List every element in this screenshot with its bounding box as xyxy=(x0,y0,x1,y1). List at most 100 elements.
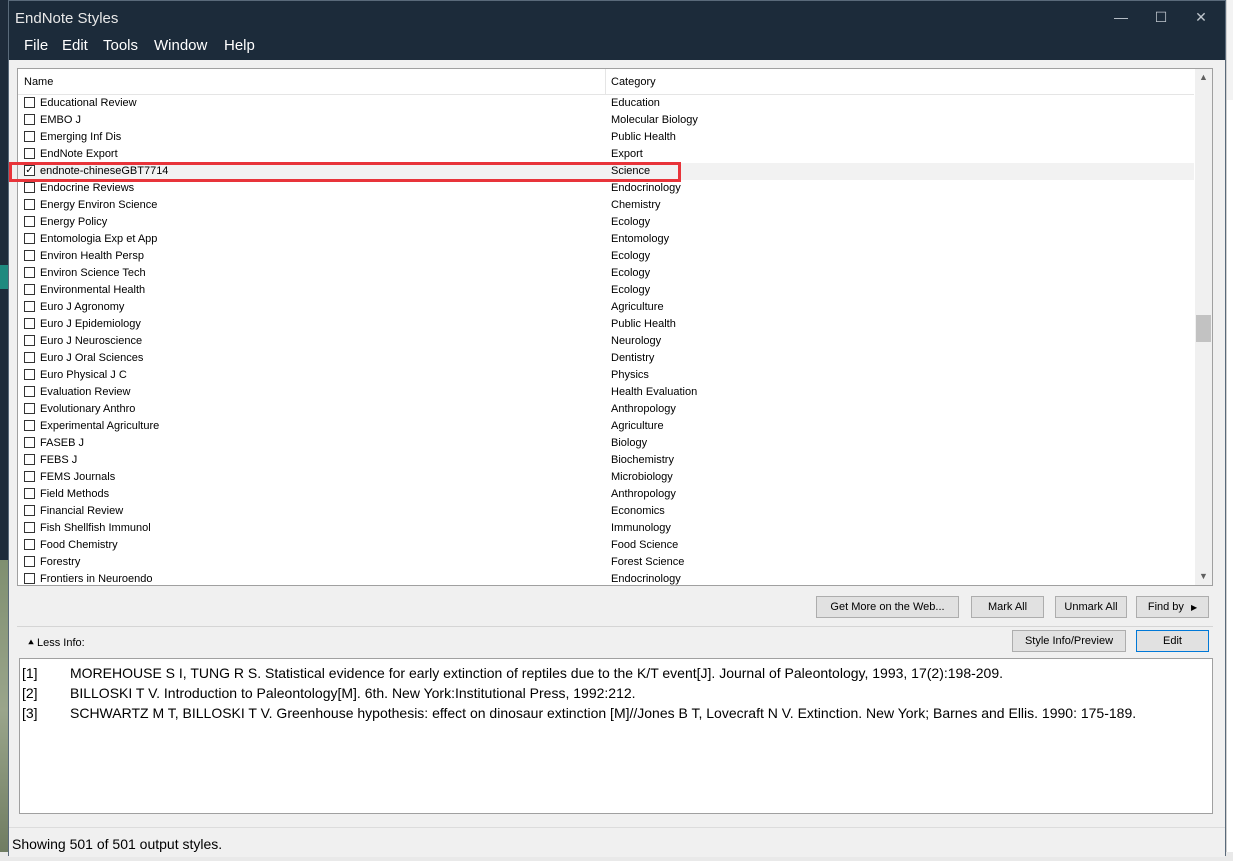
column-category-header[interactable]: Category xyxy=(611,76,656,88)
checkbox[interactable] xyxy=(24,97,35,108)
checkbox[interactable] xyxy=(24,539,35,550)
checkbox[interactable] xyxy=(24,318,35,329)
checkbox[interactable] xyxy=(24,233,35,244)
checkbox[interactable] xyxy=(24,148,35,159)
checkbox[interactable] xyxy=(24,301,35,312)
style-category: Microbiology xyxy=(611,471,673,483)
list-scrollbar[interactable]: ▲ ▼ xyxy=(1195,69,1212,585)
checkbox[interactable] xyxy=(24,454,35,465)
style-row[interactable]: Endocrine Reviews Endocrinology xyxy=(18,180,1194,197)
style-row[interactable]: Energy Environ Science Chemistry xyxy=(18,197,1194,214)
style-row[interactable]: FASEB J Biology xyxy=(18,435,1194,452)
style-row[interactable]: Environ Health Persp Ecology xyxy=(18,248,1194,265)
menu-file[interactable]: File xyxy=(24,37,48,54)
checkbox[interactable] xyxy=(24,199,35,210)
checkbox[interactable] xyxy=(24,437,35,448)
style-info-preview-button[interactable]: Style Info/Preview xyxy=(1012,630,1126,652)
style-category: Ecology xyxy=(611,216,651,228)
find-by-button[interactable]: Find by ▶ xyxy=(1136,596,1209,618)
menu-edit[interactable]: Edit xyxy=(62,37,88,54)
checkbox[interactable] xyxy=(24,131,35,142)
style-name: Field Methods xyxy=(40,488,110,500)
checkbox[interactable] xyxy=(24,352,35,363)
style-row[interactable]: Euro Physical J C Physics xyxy=(18,367,1194,384)
style-row[interactable]: Frontiers in Neuroendo Endocrinology xyxy=(18,571,1194,585)
style-row[interactable]: FEMS Journals Microbiology xyxy=(18,469,1194,486)
maximize-icon[interactable]: ☐ xyxy=(1141,5,1181,29)
style-row[interactable]: Financial Review Economics xyxy=(18,503,1194,520)
checkbox[interactable] xyxy=(24,471,35,482)
get-more-on-web-button[interactable]: Get More on the Web... xyxy=(816,596,959,618)
checkbox[interactable] xyxy=(24,250,35,261)
style-preview: [1] MOREHOUSE S I, TUNG R S. Statistical… xyxy=(19,658,1213,814)
style-row[interactable]: Fish Shellfish Immunol Immunology xyxy=(18,520,1194,537)
checkbox[interactable] xyxy=(24,182,35,193)
style-row[interactable]: FEBS J Biochemistry xyxy=(18,452,1194,469)
style-row[interactable]: Environmental Health Ecology xyxy=(18,282,1194,299)
style-row[interactable]: Experimental Agriculture Agriculture xyxy=(18,418,1194,435)
style-name: Evolutionary Anthro xyxy=(40,403,136,415)
style-name: FEBS J xyxy=(40,454,78,466)
style-row[interactable]: Forestry Forest Science xyxy=(18,554,1194,571)
checkbox[interactable] xyxy=(24,216,35,227)
menu-help[interactable]: Help xyxy=(224,37,255,54)
style-name: Fish Shellfish Immunol xyxy=(40,522,151,534)
endnote-styles-window: EndNote Styles — ☐ ✕ File Edit Tools Win… xyxy=(8,0,1226,857)
checkbox[interactable] xyxy=(24,488,35,499)
unmark-all-button[interactable]: Unmark All xyxy=(1055,596,1127,618)
style-row[interactable]: Emerging Inf Dis Public Health xyxy=(18,129,1194,146)
style-name: Euro J Neuroscience xyxy=(40,335,143,347)
style-row[interactable]: Environ Science Tech Ecology xyxy=(18,265,1194,282)
checkbox[interactable] xyxy=(24,403,35,414)
checkbox[interactable] xyxy=(24,420,35,431)
checkbox[interactable] xyxy=(24,114,35,125)
title-bar: EndNote Styles — ☐ ✕ xyxy=(9,1,1225,35)
menu-tools[interactable]: Tools xyxy=(103,37,138,54)
style-row[interactable]: EMBO J Molecular Biology xyxy=(18,112,1194,129)
scroll-up-icon[interactable]: ▲ xyxy=(1195,69,1212,86)
checkbox[interactable] xyxy=(24,369,35,380)
style-row[interactable]: Euro J Oral Sciences Dentistry xyxy=(18,350,1194,367)
checkbox[interactable] xyxy=(24,573,35,584)
checkbox[interactable] xyxy=(24,335,35,346)
style-name: Euro J Agronomy xyxy=(40,301,125,313)
style-row[interactable]: Evaluation Review Health Evaluation xyxy=(18,384,1194,401)
checkbox[interactable] xyxy=(24,505,35,516)
style-row[interactable]: Energy Policy Ecology xyxy=(18,214,1194,231)
style-row[interactable]: Food Chemistry Food Science xyxy=(18,537,1194,554)
style-category: Immunology xyxy=(611,522,671,534)
styles-list[interactable]: Name Category Educational Review Educatio… xyxy=(17,68,1213,586)
style-name: EMBO J xyxy=(40,114,81,126)
checkbox[interactable] xyxy=(24,267,35,278)
style-category: Chemistry xyxy=(611,199,661,211)
checkbox[interactable] xyxy=(24,386,35,397)
style-category: Molecular Biology xyxy=(611,114,698,126)
scroll-thumb[interactable] xyxy=(1196,315,1211,342)
style-name: Experimental Agriculture xyxy=(40,420,160,432)
edit-button[interactable]: Edit xyxy=(1136,630,1209,652)
checkbox[interactable] xyxy=(24,284,35,295)
menu-window[interactable]: Window xyxy=(154,37,207,54)
column-name-header[interactable]: Name xyxy=(24,76,53,88)
mark-all-button[interactable]: Mark All xyxy=(971,596,1044,618)
style-row[interactable]: Entomologia Exp et App Entomology xyxy=(18,231,1194,248)
status-bar: Showing 501 of 501 output styles. xyxy=(9,827,1225,857)
style-row[interactable]: Euro J Epidemiology Public Health xyxy=(18,316,1194,333)
scroll-down-icon[interactable]: ▼ xyxy=(1195,568,1212,585)
highlight-annotation xyxy=(9,162,681,182)
checkbox[interactable] xyxy=(24,522,35,533)
close-icon[interactable]: ✕ xyxy=(1181,5,1221,29)
less-info-toggle[interactable]: ⯅ Less Info: xyxy=(27,637,85,649)
find-by-label: Find by xyxy=(1147,601,1184,613)
style-row[interactable]: Educational Review Education xyxy=(18,95,1194,112)
minimize-icon[interactable]: — xyxy=(1101,5,1141,29)
style-row[interactable]: Euro J Agronomy Agriculture xyxy=(18,299,1194,316)
style-row[interactable]: EndNote Export Export xyxy=(18,146,1194,163)
style-row[interactable]: Euro J Neuroscience Neurology xyxy=(18,333,1194,350)
style-row[interactable]: Evolutionary Anthro Anthropology xyxy=(18,401,1194,418)
checkbox[interactable] xyxy=(24,556,35,567)
style-category: Education xyxy=(611,97,660,109)
reference-text: SCHWARTZ M T, BILLOSKI T V. Greenhouse h… xyxy=(70,705,1137,721)
style-row[interactable]: Field Methods Anthropology xyxy=(18,486,1194,503)
reference-text: BILLOSKI T V. Introduction to Paleontolo… xyxy=(70,685,636,701)
